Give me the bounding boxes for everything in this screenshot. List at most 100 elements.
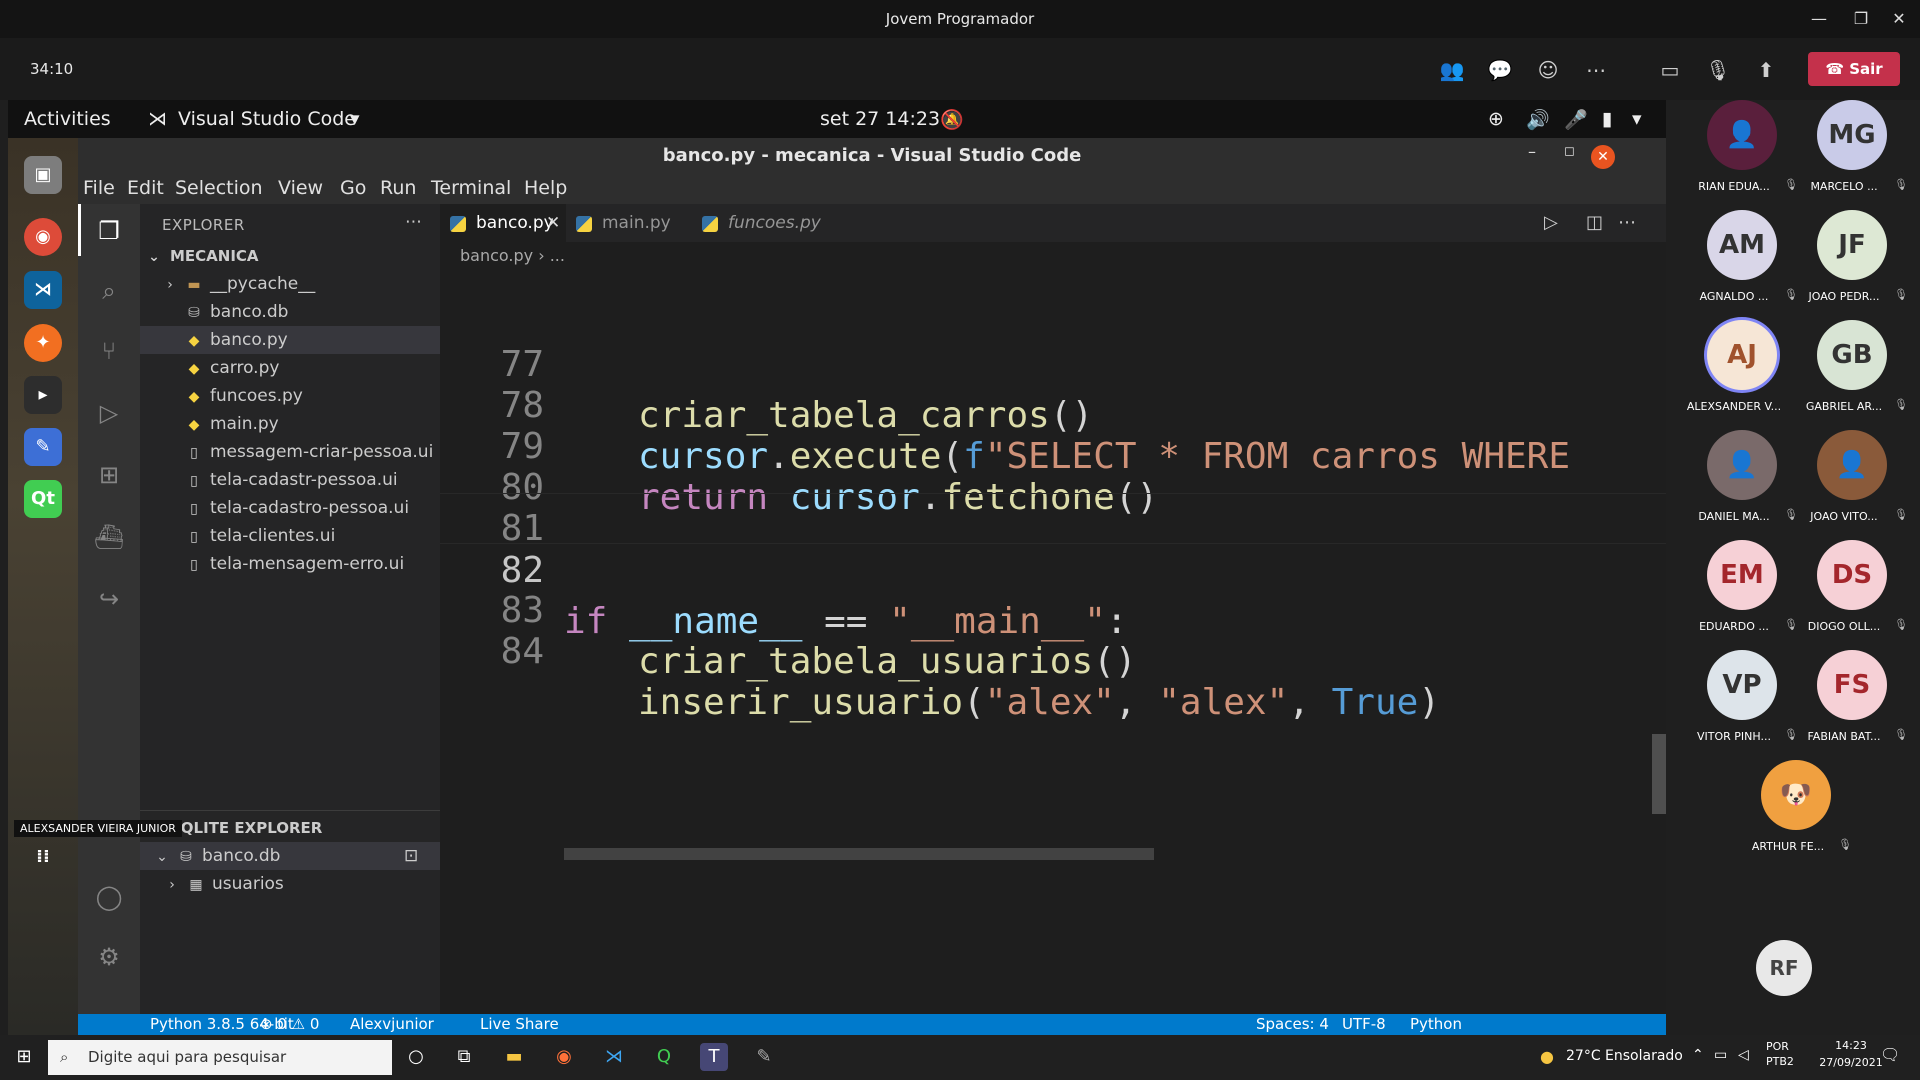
minimize-icon[interactable]: — bbox=[1798, 0, 1840, 38]
clock-date[interactable]: 27/09/2021 bbox=[1818, 1056, 1884, 1069]
menu-view[interactable]: View bbox=[278, 177, 323, 199]
reactions-icon[interactable]: ☺ bbox=[1534, 56, 1562, 84]
clock-time[interactable]: 14:23 bbox=[1818, 1039, 1884, 1052]
mic-off-icon[interactable]: 🎙 bbox=[1704, 56, 1732, 84]
window-maximize-icon[interactable]: ◻ bbox=[1564, 144, 1575, 159]
more-options-icon[interactable]: ⋯ bbox=[1582, 56, 1610, 84]
participant-tile[interactable]: EM EDUARDO ... 🎙 bbox=[1682, 540, 1798, 650]
files-icon[interactable]: ▣ bbox=[24, 156, 62, 194]
participant-tile[interactable]: 👤 RIAN EDUA... 🎙 bbox=[1682, 100, 1798, 210]
app-grid-icon[interactable]: ⁞⁞ bbox=[24, 838, 62, 876]
firefox-icon[interactable]: ◉ bbox=[550, 1043, 578, 1071]
file-explorer-icon[interactable]: ▬ bbox=[500, 1043, 528, 1071]
tree-item-ui-file[interactable]: ▯ tela-cadastr-pessoa.ui bbox=[140, 466, 440, 494]
git-user[interactable]: Alexvjunior bbox=[350, 1015, 434, 1033]
participant-tile[interactable]: GB GABRIEL AR... 🎙 bbox=[1792, 320, 1908, 430]
language-mode[interactable]: Python bbox=[1410, 1015, 1462, 1033]
chevron-down-icon[interactable]: ▾ bbox=[350, 108, 360, 130]
participant-tile-speaking[interactable]: AJ ALEXSANDER V... bbox=[1682, 320, 1792, 430]
microphone-icon[interactable]: 🎤 bbox=[1564, 108, 1588, 131]
volume-icon[interactable]: ◁ bbox=[1738, 1047, 1749, 1063]
app-taskbar-icon[interactable]: ✎ bbox=[750, 1043, 778, 1071]
weather-text[interactable]: 27°C Ensolarado bbox=[1566, 1048, 1683, 1064]
vscode-icon[interactable]: ⋊ bbox=[24, 271, 62, 309]
cortana-icon[interactable]: ○ bbox=[402, 1043, 430, 1071]
tab-main-py[interactable]: main.py bbox=[566, 204, 692, 242]
tree-item-banco-db[interactable]: ⛁ banco.db bbox=[140, 298, 440, 326]
tree-item-ui-file[interactable]: ▯ tela-cadastro-pessoa.ui bbox=[140, 494, 440, 522]
participant-tile[interactable]: JF JOAO PEDR... 🎙 bbox=[1792, 210, 1908, 320]
window-minimize-icon[interactable]: – bbox=[1528, 142, 1536, 161]
search-icon[interactable]: ⌕ bbox=[92, 274, 126, 308]
close-tab-icon[interactable]: ✕ bbox=[546, 204, 560, 242]
qt-taskbar-icon[interactable]: Q bbox=[650, 1043, 678, 1071]
explorer-more-icon[interactable]: ⋯ bbox=[405, 212, 422, 232]
activities-button[interactable]: Activities bbox=[24, 108, 111, 130]
sqlite-table-item[interactable]: › ▦ usuarios bbox=[140, 870, 440, 898]
menu-file[interactable]: File bbox=[83, 177, 115, 199]
participant-tile[interactable]: VP VITOR PINH... 🎙 bbox=[1682, 650, 1798, 760]
participant-tile[interactable]: 🐶 ARTHUR FE... 🎙 bbox=[1736, 760, 1852, 870]
qt-designer-icon[interactable]: Qt bbox=[24, 480, 62, 518]
tree-item-ui-file[interactable]: ▯ tela-mensagem-erro.ui bbox=[140, 550, 440, 578]
menu-help[interactable]: Help bbox=[524, 177, 567, 199]
menu-edit[interactable]: Edit bbox=[127, 177, 164, 199]
chat-icon[interactable]: 💬 bbox=[1486, 56, 1514, 84]
vscode-taskbar-icon[interactable]: ⋊ bbox=[600, 1043, 628, 1071]
terminal-icon[interactable]: ▸ bbox=[24, 376, 62, 414]
menu-terminal[interactable]: Terminal bbox=[431, 177, 511, 199]
accounts-icon[interactable]: ◯ bbox=[92, 880, 126, 914]
participant-tile[interactable]: AM AGNALDO ... 🎙 bbox=[1682, 210, 1798, 320]
participant-tile[interactable]: FS FABIAN BAT... 🎙 bbox=[1792, 650, 1908, 760]
docker-icon[interactable]: ⛴ bbox=[92, 520, 126, 554]
live-share-status[interactable]: Live Share bbox=[480, 1015, 559, 1033]
editor-more-icon[interactable]: ⋯ bbox=[1618, 212, 1636, 233]
tree-item-banco-py[interactable]: ◆ banco.py bbox=[140, 326, 440, 354]
tree-item-pycache[interactable]: › ▬ __pycache__ bbox=[140, 270, 440, 298]
share-screen-icon[interactable]: ⬆ bbox=[1752, 56, 1780, 84]
menu-go[interactable]: Go bbox=[340, 177, 366, 199]
sqlite-explorer-header[interactable]: ⌄SQLITE EXPLORER bbox=[140, 814, 440, 842]
tray-chevron-up-icon[interactable]: ⌃ bbox=[1692, 1047, 1704, 1063]
live-share-icon[interactable]: ↪ bbox=[92, 582, 126, 616]
new-query-icon[interactable]: ⊡ bbox=[404, 842, 418, 870]
explorer-icon[interactable]: ❐ bbox=[92, 214, 126, 248]
tab-banco-py[interactable]: banco.py ✕ bbox=[440, 204, 566, 242]
participant-tile[interactable]: MG MARCELO ... 🎙 bbox=[1792, 100, 1908, 210]
run-debug-icon[interactable]: ▷ bbox=[92, 396, 126, 430]
chevron-down-icon[interactable]: ▾ bbox=[1632, 108, 1642, 130]
window-close-icon[interactable]: ✕ bbox=[1591, 145, 1615, 169]
volume-icon[interactable]: 🔊 bbox=[1526, 108, 1550, 131]
tree-item-ui-file[interactable]: ▯ tela-clientes.ui bbox=[140, 522, 440, 550]
clock[interactable]: set 27 14:23 bbox=[820, 108, 940, 130]
horizontal-scrollbar[interactable] bbox=[564, 848, 1154, 860]
split-editor-icon[interactable]: ◫ bbox=[1586, 212, 1603, 233]
notifications-icon[interactable]: 🗨 bbox=[1880, 1045, 1900, 1064]
encoding[interactable]: UTF-8 bbox=[1342, 1015, 1386, 1033]
participant-tile[interactable]: 👤 JOAO VITO... 🎙 bbox=[1792, 430, 1908, 540]
self-avatar[interactable]: RF bbox=[1756, 940, 1812, 996]
indentation[interactable]: Spaces: 4 bbox=[1256, 1015, 1329, 1033]
tree-item-carro-py[interactable]: ◆ carro.py bbox=[140, 354, 440, 382]
input-language[interactable]: POR PTB2 bbox=[1766, 1039, 1794, 1069]
battery-icon[interactable]: ▮ bbox=[1602, 108, 1612, 130]
vertical-scrollbar[interactable] bbox=[1652, 734, 1666, 814]
windows-start-icon[interactable]: ⊞ bbox=[10, 1043, 38, 1071]
tree-item-main-py[interactable]: ◆ main.py bbox=[140, 410, 440, 438]
camera-off-icon[interactable]: ▭ bbox=[1656, 56, 1684, 84]
taskbar-search[interactable]: ⌕ Digite aqui para pesquisar bbox=[48, 1040, 392, 1075]
browser-icon[interactable]: ✦ bbox=[24, 324, 62, 362]
tree-item-funcoes-py[interactable]: ◆ funcoes.py bbox=[140, 382, 440, 410]
extensions-icon[interactable]: ⊞ bbox=[92, 458, 126, 492]
code-line[interactable]: 84 inserir_usuario("alex", "alex", True) bbox=[440, 575, 1666, 723]
restore-icon[interactable]: ❐ bbox=[1840, 0, 1882, 38]
menu-selection[interactable]: Selection bbox=[175, 177, 263, 199]
teams-taskbar-icon[interactable]: T bbox=[700, 1043, 728, 1071]
sqlite-db-item[interactable]: ⌄ ⛁ banco.db ⊡ bbox=[140, 842, 440, 870]
app-menu[interactable]: Visual Studio Code bbox=[178, 108, 356, 130]
leave-button[interactable]: ☎ Sair bbox=[1808, 52, 1900, 86]
network-icon[interactable]: ⊕ bbox=[1488, 108, 1504, 130]
tab-funcoes-py[interactable]: funcoes.py bbox=[692, 204, 832, 242]
settings-gear-icon[interactable]: ⚙ bbox=[92, 940, 126, 974]
task-view-icon[interactable]: ⧉ bbox=[450, 1043, 478, 1071]
